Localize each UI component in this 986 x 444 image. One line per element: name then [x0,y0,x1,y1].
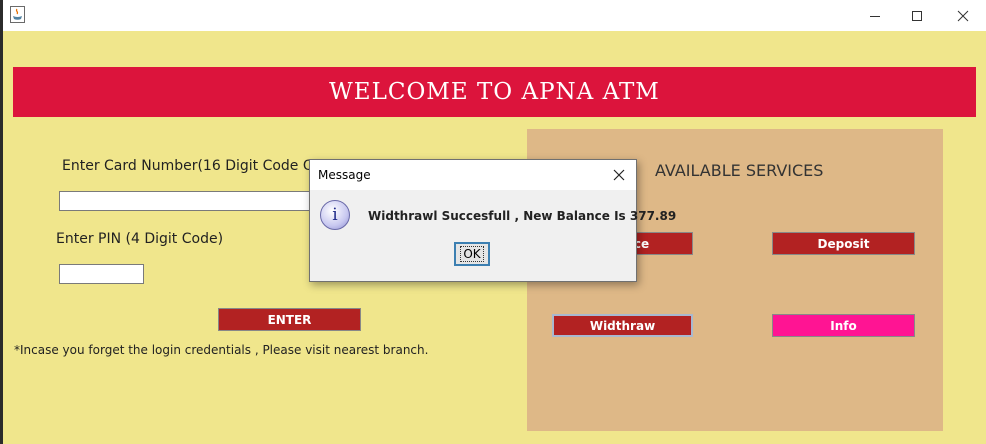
pin-field[interactable] [59,264,144,284]
login-note: *Incase you forget the login credentials… [14,343,429,357]
enter-button[interactable]: ENTER [218,308,361,331]
pin-label: Enter PIN (4 Digit Code) [56,231,224,247]
java-icon [10,6,25,23]
card-number-field[interactable] [59,191,315,211]
welcome-banner: WELCOME TO APNA ATM [13,67,976,117]
dialog-close-button[interactable] [606,163,632,187]
card-number-label: Enter Card Number(16 Digit Code On [62,158,323,174]
dialog-title: Message [318,168,371,182]
services-title: AVAILABLE SERVICES [655,161,824,180]
info-button[interactable]: Info [772,314,915,337]
maximize-button[interactable] [894,0,940,31]
info-icon: i [320,200,350,230]
message-dialog: Message i Widthrawl Succesfull , New Bal… [309,159,676,282]
withdraw-button[interactable]: Widthraw [552,314,693,337]
minimize-icon [870,15,880,17]
close-button[interactable] [940,0,986,31]
maximize-icon [912,10,922,21]
title-bar [3,0,986,31]
minimize-button[interactable] [852,0,898,31]
dialog-message: Widthrawl Succesfull , New Balance Is 37… [368,209,677,223]
ok-button-label: OK [460,246,484,262]
deposit-button[interactable]: Deposit [772,232,915,255]
ok-button[interactable]: OK [454,242,490,266]
dialog-title-bar: Message [310,160,636,190]
close-icon [957,10,969,21]
banner-title: WELCOME TO APNA ATM [329,79,660,105]
close-icon [613,169,625,181]
